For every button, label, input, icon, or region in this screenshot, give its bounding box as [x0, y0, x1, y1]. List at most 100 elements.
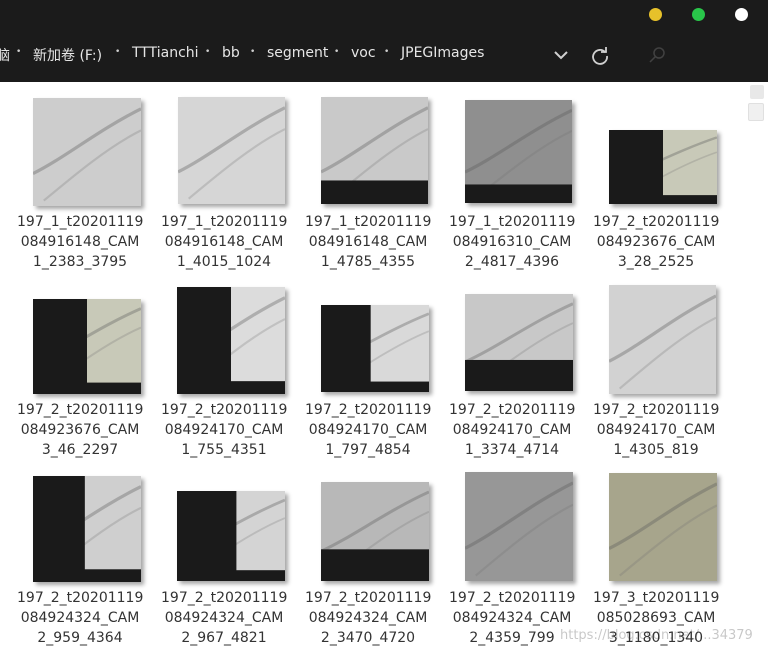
breadcrumb-item-bb[interactable]: bb — [222, 45, 240, 61]
breadcrumb-separator: • — [115, 47, 121, 57]
file-name: 197_2_t20201119 084924324_CAM 2_959_4364 — [17, 588, 143, 648]
file-item[interactable]: 197_1_t20201119 084916148_CAM 1_2383_3795 — [17, 96, 143, 282]
file-name-line: 3_1180_1340 — [608, 630, 704, 646]
breadcrumb-item-drive[interactable]: 新加卷 (F:) — [33, 45, 102, 65]
file-name-line: 084924170_CAM — [164, 422, 284, 438]
file-name-line: 084916148_CAM — [164, 234, 284, 250]
file-thumbnail — [178, 97, 285, 204]
file-item[interactable]: 197_2_t20201119 084924324_CAM 2_959_4364 — [17, 472, 143, 658]
file-name-line: 1_4305_819 — [613, 442, 699, 458]
file-name-line: 3_28_2525 — [617, 254, 695, 270]
file-item[interactable]: 197_2_t20201119 084924170_CAM 1_797_4854 — [305, 284, 431, 470]
file-item[interactable]: 197_1_t20201119 084916148_CAM 1_4015_1024 — [161, 96, 287, 282]
file-item[interactable]: 197_2_t20201119 084924324_CAM 2_967_4821 — [161, 472, 287, 658]
close-button[interactable] — [735, 8, 748, 21]
refresh-icon[interactable] — [590, 46, 610, 66]
file-item[interactable]: 197_2_t20201119 084924170_CAM 1_755_4351 — [161, 284, 287, 470]
file-name-line: 197_1_t20201119 — [161, 214, 288, 230]
file-name-line: 3_46_2297 — [41, 442, 119, 458]
breadcrumb-item-segment[interactable]: segment — [267, 45, 328, 61]
file-thumbnail — [321, 305, 429, 392]
file-name-line: 197_1_t20201119 — [17, 214, 144, 230]
file-name-line: 084924324_CAM — [452, 610, 572, 626]
file-name-line: 197_2_t20201119 — [449, 402, 576, 418]
file-thumbnail — [609, 285, 716, 394]
file-thumbnail — [33, 299, 141, 394]
file-name-line: 197_2_t20201119 — [161, 402, 288, 418]
file-name: 197_2_t20201119 084924170_CAM 1_3374_4714 — [449, 400, 575, 460]
file-name-line: 084924170_CAM — [452, 422, 572, 438]
file-thumbnail — [321, 97, 428, 204]
file-name-line: 084924324_CAM — [20, 610, 140, 626]
file-name: 197_1_t20201119 084916148_CAM 1_4015_1024 — [161, 212, 287, 272]
file-item[interactable]: 197_1_t20201119 084916310_CAM 2_4817_4396 — [449, 96, 575, 282]
file-name-line: 197_2_t20201119 — [305, 590, 432, 606]
minimize-button[interactable] — [649, 8, 662, 21]
file-name-line: 084924170_CAM — [596, 422, 716, 438]
file-name-line: 197_3_t20201119 — [593, 590, 720, 606]
breadcrumb-item-voc[interactable]: voc — [351, 45, 376, 61]
search-icon[interactable] — [646, 44, 668, 66]
file-name-line: 197_2_t20201119 — [17, 402, 144, 418]
file-name-line: 197_1_t20201119 — [305, 214, 432, 230]
file-name: 197_2_t20201119 084924170_CAM 1_797_4854 — [305, 400, 431, 460]
breadcrumb-item-tttianchi[interactable]: TTTianchi — [132, 45, 199, 61]
file-thumbnail — [609, 473, 717, 581]
file-name-line: 084916148_CAM — [20, 234, 140, 250]
file-item[interactable]: 197_2_t20201119 084924324_CAM 2_4359_799 — [449, 472, 575, 658]
file-item[interactable]: 197_1_t20201119 084916148_CAM 1_4785_4355 — [305, 96, 431, 282]
file-name-line: 2_3470_4720 — [320, 630, 416, 646]
file-name-line: 084924324_CAM — [308, 610, 428, 626]
file-name-line: 2_959_4364 — [37, 630, 123, 646]
file-name-line: 084916148_CAM — [308, 234, 428, 250]
file-name-line: 197_2_t20201119 — [161, 590, 288, 606]
file-name-line: 084923676_CAM — [20, 422, 140, 438]
file-item[interactable]: 197_2_t20201119 084924170_CAM 1_4305_819 — [593, 284, 719, 470]
file-name-line: 1_797_4854 — [325, 442, 411, 458]
file-name: 197_2_t20201119 084924324_CAM 2_3470_4720 — [305, 588, 431, 648]
file-item[interactable]: 197_2_t20201119 084924324_CAM 2_3470_4720 — [305, 472, 431, 658]
maximize-button[interactable] — [692, 8, 705, 21]
scrollbar[interactable] — [746, 82, 768, 656]
file-thumbnail — [33, 476, 141, 582]
file-name-line: 197_2_t20201119 — [593, 402, 720, 418]
file-thumbnail — [465, 472, 573, 581]
breadcrumb-item-computer[interactable]: 脑 — [0, 45, 10, 65]
breadcrumb-separator: • — [250, 47, 256, 57]
scrollbar-thumb[interactable] — [748, 103, 764, 121]
file-item[interactable]: 197_2_t20201119 084924170_CAM 1_3374_4714 — [449, 284, 575, 470]
file-name-line: 084924324_CAM — [164, 610, 284, 626]
file-thumbnail — [465, 294, 573, 391]
file-name-line: 084923676_CAM — [596, 234, 716, 250]
file-name-line: 1_4015_1024 — [176, 254, 272, 270]
scroll-up-button[interactable] — [750, 85, 764, 99]
file-name: 197_1_t20201119 084916148_CAM 1_4785_4355 — [305, 212, 431, 272]
breadcrumb-separator: • — [334, 47, 340, 57]
file-name-line: 085028693_CAM — [596, 610, 716, 626]
file-item[interactable]: 197_2_t20201119 084923676_CAM 3_28_2525 — [593, 96, 719, 282]
file-name: 197_2_t20201119 084924170_CAM 1_755_4351 — [161, 400, 287, 460]
file-name-line: 197_2_t20201119 — [449, 590, 576, 606]
file-name-line: 1_755_4351 — [181, 442, 267, 458]
file-thumbnail — [177, 287, 285, 394]
file-thumbnail — [177, 491, 285, 581]
breadcrumb-separator: • — [16, 47, 22, 57]
file-item[interactable]: 197_3_t20201119 085028693_CAM 3_1180_1340 — [593, 472, 719, 658]
file-name: 197_2_t20201119 084924324_CAM 2_4359_799 — [449, 588, 575, 648]
file-name-line: 1_3374_4714 — [464, 442, 560, 458]
file-name-line: 197_2_t20201119 — [17, 590, 144, 606]
file-item[interactable]: 197_2_t20201119 084923676_CAM 3_46_2297 — [17, 284, 143, 470]
file-name-line: 2_4817_4396 — [464, 254, 560, 270]
breadcrumb-item-jpegimages[interactable]: JPEGImages — [401, 45, 484, 61]
file-name-line: 084924170_CAM — [308, 422, 428, 438]
file-name: 197_2_t20201119 084924324_CAM 2_967_4821 — [161, 588, 287, 648]
file-name-line: 2_4359_799 — [469, 630, 555, 646]
file-thumbnail — [33, 98, 141, 206]
file-name-line: 084916310_CAM — [452, 234, 572, 250]
file-name: 197_2_t20201119 084924170_CAM 1_4305_819 — [593, 400, 719, 460]
file-name-line: 1_4785_4355 — [320, 254, 416, 270]
chevron-down-icon[interactable] — [552, 46, 570, 64]
file-thumbnail — [609, 130, 717, 204]
file-name-line: 197_2_t20201119 — [593, 214, 720, 230]
breadcrumb-separator: • — [205, 47, 211, 57]
